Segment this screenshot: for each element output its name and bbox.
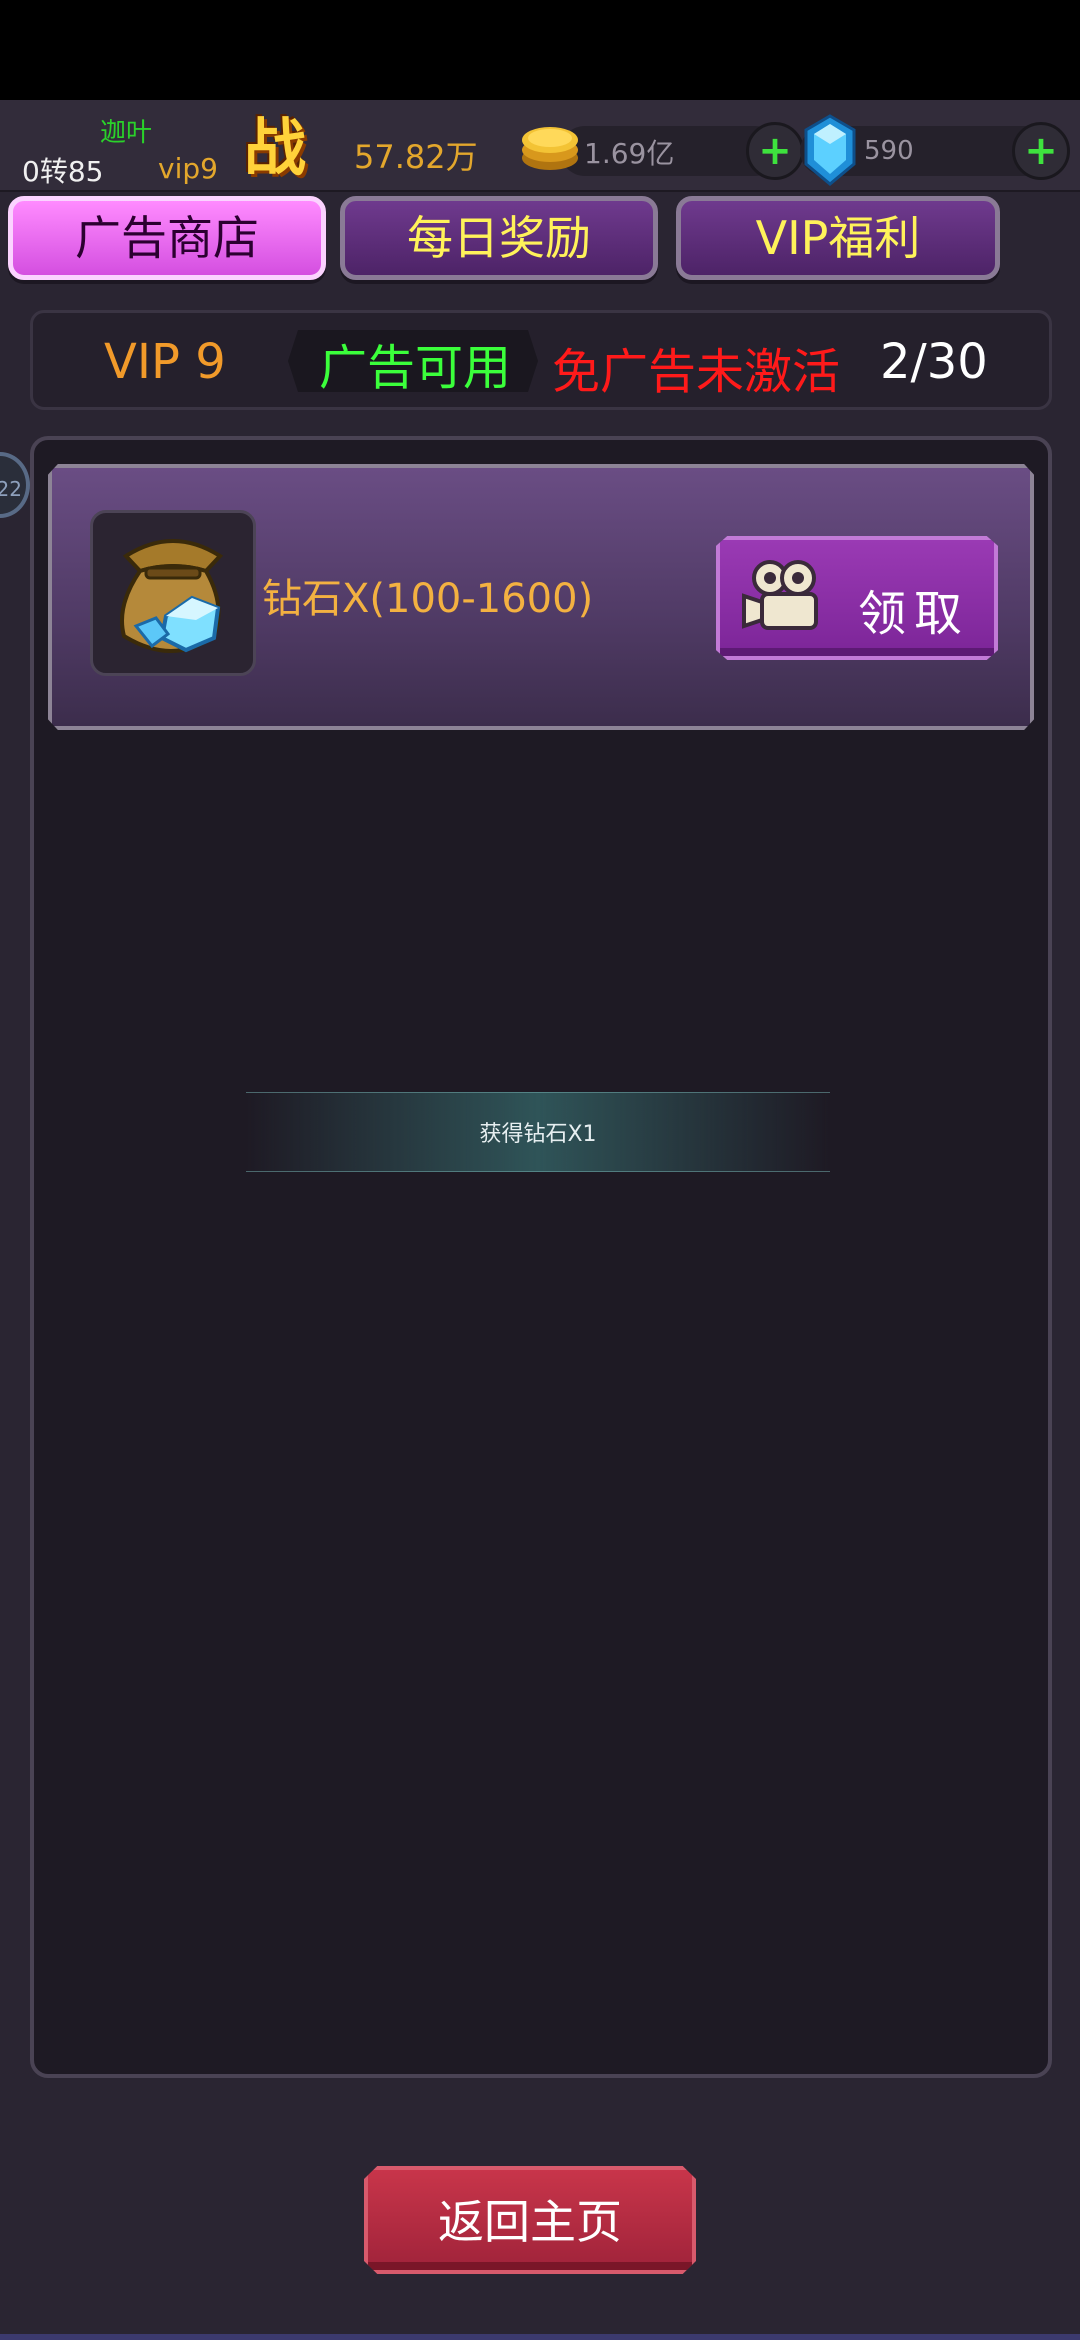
battle-power-icon: 战 [244,111,307,184]
side-float-bubble[interactable]: 22 [0,452,30,518]
add-gold-button[interactable]: + [746,122,804,180]
video-camera-icon [742,560,818,630]
diamond-icon [804,114,856,186]
vip-level: vip9 [158,152,218,185]
tab-daily-reward[interactable]: 每日奖励 [340,196,658,280]
diamond-bag-icon [120,539,224,653]
ad-count: 2/30 [880,334,988,390]
tab-ad-shop[interactable]: 广告商店 [8,196,326,280]
tab-vip-benefits[interactable]: VIP福利 [676,196,1000,280]
diamond-value: 590 [864,136,914,166]
battle-power-value: 57.82万 [354,138,478,176]
gold-coin-icon [522,127,578,170]
reward-item-name: 钻石X(100-1600) [262,576,594,622]
claim-button-label: 领取 [858,586,971,642]
gold-value: 1.69亿 [584,137,675,170]
ad-available-status: 广告可用 [318,340,511,396]
info-vip-level: VIP 9 [104,334,226,390]
player-name: 迦叶 [100,118,153,148]
toast-message: 获得钻石X1 [479,1122,597,1147]
ad-free-status: 免广告未激活 [552,344,841,400]
bottom-edge [0,2334,1080,2340]
system-status-bar [0,0,1080,100]
rebirth-level: 0转85 [22,155,104,188]
back-to-home-label: 返回主页 [438,2195,622,2249]
add-diamond-button[interactable]: + [1012,122,1070,180]
